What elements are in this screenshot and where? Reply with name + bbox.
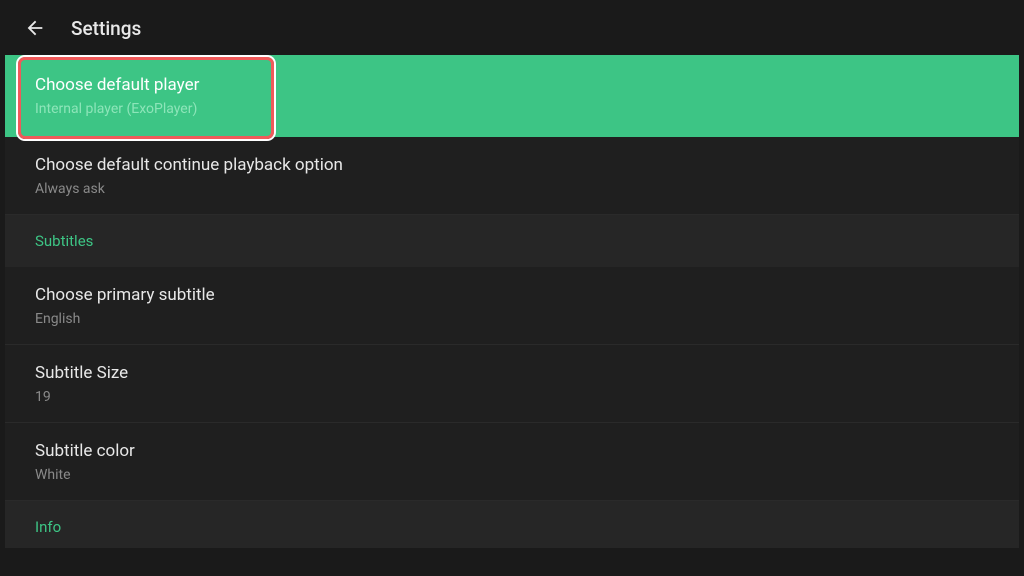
setting-title: Choose primary subtitle bbox=[35, 285, 989, 305]
section-label: Subtitles bbox=[35, 232, 989, 250]
settings-header: Settings bbox=[5, 5, 1019, 55]
section-label: Info bbox=[35, 518, 989, 536]
setting-value: White bbox=[35, 467, 989, 483]
setting-value: Internal player (ExoPlayer) bbox=[35, 101, 989, 117]
setting-title: Choose default player bbox=[35, 75, 989, 95]
section-info: Info bbox=[5, 501, 1019, 548]
setting-subtitle-color[interactable]: Subtitle color White bbox=[5, 423, 1019, 501]
setting-continue-playback[interactable]: Choose default continue playback option … bbox=[5, 137, 1019, 215]
page-title: Settings bbox=[71, 17, 141, 40]
setting-primary-subtitle[interactable]: Choose primary subtitle English bbox=[5, 267, 1019, 345]
back-arrow-icon[interactable] bbox=[23, 16, 47, 40]
settings-list: Choose default player Internal player (E… bbox=[5, 55, 1019, 548]
setting-value: 19 bbox=[35, 389, 989, 405]
setting-title: Subtitle Size bbox=[35, 363, 989, 383]
setting-title: Subtitle color bbox=[35, 441, 989, 461]
section-subtitles: Subtitles bbox=[5, 215, 1019, 267]
setting-value: English bbox=[35, 311, 989, 327]
setting-default-player[interactable]: Choose default player Internal player (E… bbox=[5, 55, 1019, 137]
setting-value: Always ask bbox=[35, 181, 989, 197]
setting-title: Choose default continue playback option bbox=[35, 155, 989, 175]
setting-subtitle-size[interactable]: Subtitle Size 19 bbox=[5, 345, 1019, 423]
